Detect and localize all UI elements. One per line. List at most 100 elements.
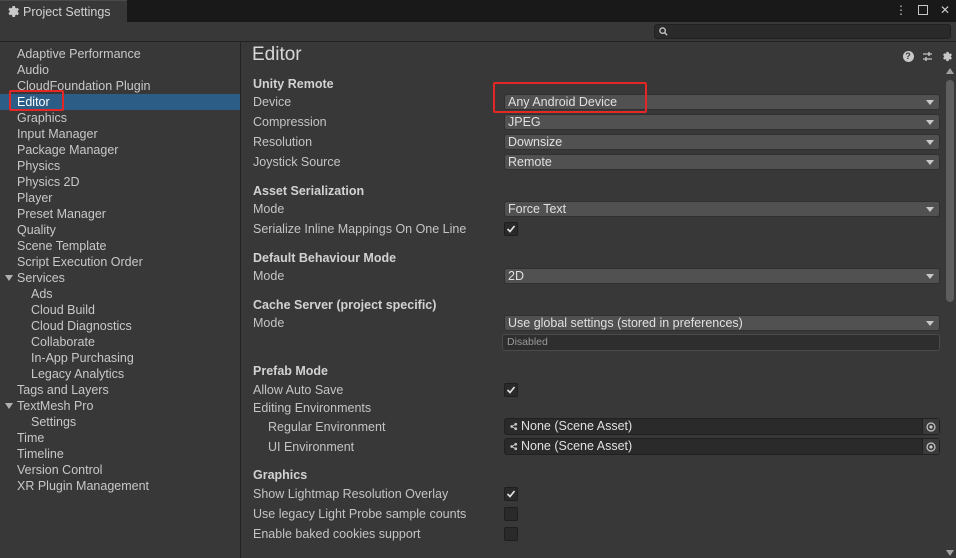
serialize-inline-checkbox[interactable]	[504, 222, 518, 236]
tab-title: Project Settings	[23, 4, 111, 19]
joystick-source-label: Joystick Source	[253, 155, 341, 169]
sidebar-item-label: Audio	[17, 63, 49, 77]
more-options-icon[interactable]: ⋮	[894, 3, 908, 17]
lightmap-overlay-checkbox[interactable]	[504, 487, 518, 501]
serialize-inline-label: Serialize Inline Mappings On One Line	[253, 222, 467, 236]
sidebar-item-graphics[interactable]: Graphics	[0, 110, 240, 126]
sidebar-item-time[interactable]: Time	[0, 430, 240, 446]
editor-settings-panel: Editor ? Unity Remote Device Any Android…	[242, 42, 956, 558]
allow-auto-save-checkbox[interactable]	[504, 383, 518, 397]
object-picker-icon[interactable]	[922, 419, 939, 434]
sidebar-item-input-manager[interactable]: Input Manager	[0, 126, 240, 142]
sidebar-item-label: Ads	[31, 287, 53, 301]
sidebar-item-physics[interactable]: Physics	[0, 158, 240, 174]
compression-dropdown[interactable]: JPEG	[504, 114, 940, 130]
sidebar-item-label: Settings	[31, 415, 77, 429]
scrollbar-thumb[interactable]	[946, 80, 954, 302]
sidebar-item-label: Services	[17, 271, 65, 285]
sidebar-item-version-control[interactable]: Version Control	[0, 462, 240, 478]
sidebar-item-quality[interactable]: Quality	[0, 222, 240, 238]
legacy-light-probe-checkbox[interactable]	[504, 507, 518, 521]
sidebar-item-legacy-analytics[interactable]: Legacy Analytics	[0, 366, 240, 382]
sidebar-item-in-app-purchasing[interactable]: In-App Purchasing	[0, 350, 240, 366]
sidebar-item-adaptive-performance[interactable]: Adaptive Performance	[0, 46, 240, 62]
sidebar-item-label: Input Manager	[17, 127, 98, 141]
resolution-dropdown[interactable]: Downsize	[504, 134, 940, 150]
lightmap-overlay-label: Show Lightmap Resolution Overlay	[253, 487, 449, 501]
device-label: Device	[253, 95, 292, 109]
checkmark-icon	[506, 490, 516, 498]
scene-asset-icon	[510, 422, 518, 431]
sidebar-item-label: In-App Purchasing	[31, 351, 134, 365]
sidebar-item-label: Legacy Analytics	[31, 367, 125, 381]
sidebar-item-script-execution-order[interactable]: Script Execution Order	[0, 254, 240, 270]
sidebar-item-collaborate[interactable]: Collaborate	[0, 334, 240, 350]
allow-auto-save-label: Allow Auto Save	[253, 383, 344, 397]
chevron-down-icon	[926, 140, 934, 145]
baked-cookies-checkbox[interactable]	[504, 527, 518, 541]
presets-icon[interactable]	[921, 50, 933, 62]
sidebar-item-player[interactable]: Player	[0, 190, 240, 206]
sidebar-item-textmesh-settings[interactable]: Settings	[0, 414, 240, 430]
search-icon	[659, 27, 668, 36]
sidebar-item-label: Player	[17, 191, 53, 205]
scroll-up-arrow-icon[interactable]	[946, 68, 954, 74]
sidebar-item-label: Package Manager	[17, 143, 119, 157]
sidebar-item-label: Timeline	[17, 447, 64, 461]
graphics-header: Graphics	[253, 468, 308, 482]
joystick-source-dropdown[interactable]: Remote	[504, 154, 940, 170]
sidebar-item-physics-2d[interactable]: Physics 2D	[0, 174, 240, 190]
sidebar-item-label: Collaborate	[31, 335, 95, 349]
expand-arrow-icon[interactable]	[5, 275, 13, 281]
expand-arrow-icon[interactable]	[5, 403, 13, 409]
highlight-box-editor	[9, 90, 64, 111]
highlight-box-device	[493, 82, 647, 113]
regular-environment-label: Regular Environment	[268, 420, 386, 434]
serialization-mode-dropdown[interactable]: Force Text	[504, 201, 940, 217]
sidebar-item-cloud-build[interactable]: Cloud Build	[0, 302, 240, 318]
object-picker-icon[interactable]	[922, 439, 939, 454]
sidebar-item-package-manager[interactable]: Package Manager	[0, 142, 240, 158]
sidebar-item-label: Time	[17, 431, 45, 445]
vertical-scrollbar[interactable]	[944, 64, 956, 558]
close-icon[interactable]: ✕	[938, 3, 952, 17]
maximize-icon[interactable]	[916, 3, 930, 17]
sidebar-item-audio[interactable]: Audio	[0, 62, 240, 78]
scene-asset-icon	[510, 442, 518, 451]
ui-environment-field[interactable]: None (Scene Asset)	[504, 438, 940, 455]
search-input[interactable]	[654, 24, 951, 39]
chevron-down-icon	[926, 321, 934, 326]
regular-environment-value: None (Scene Asset)	[521, 419, 633, 433]
sidebar-item-label: Tags and Layers	[17, 383, 109, 397]
sidebar-item-label: Scene Template	[17, 239, 107, 253]
sidebar-item-label: XR Plugin Management	[17, 479, 150, 493]
sidebar-item-scene-template[interactable]: Scene Template	[0, 238, 240, 254]
sidebar-item-label: Graphics	[17, 111, 68, 125]
legacy-light-probe-label: Use legacy Light Probe sample counts	[253, 507, 467, 521]
ui-environment-value: None (Scene Asset)	[521, 439, 633, 453]
sidebar-item-timeline[interactable]: Timeline	[0, 446, 240, 462]
serialization-mode-label: Mode	[253, 202, 285, 216]
scroll-down-arrow-icon[interactable]	[946, 550, 954, 556]
sidebar-item-ads[interactable]: Ads	[0, 286, 240, 302]
sidebar-item-cloud-diagnostics[interactable]: Cloud Diagnostics	[0, 318, 240, 334]
page-title: Editor	[252, 44, 302, 65]
sidebar-item-label: Cloud Diagnostics	[31, 319, 132, 333]
resolution-label: Resolution	[253, 135, 313, 149]
sidebar-item-tags-and-layers[interactable]: Tags and Layers	[0, 382, 240, 398]
sidebar-item-label: Version Control	[17, 463, 103, 477]
behaviour-mode-dropdown[interactable]: 2D	[504, 268, 940, 284]
gear-icon	[8, 6, 19, 17]
sidebar-item-textmesh-pro[interactable]: TextMesh Pro	[0, 398, 240, 414]
chevron-down-icon	[926, 274, 934, 279]
help-icon[interactable]: ?	[902, 50, 914, 62]
sidebar-item-label: Physics 2D	[17, 175, 80, 189]
settings-gear-icon[interactable]	[940, 50, 952, 62]
sidebar-item-xr-plugin-management[interactable]: XR Plugin Management	[0, 478, 240, 494]
project-settings-tab[interactable]: Project Settings	[0, 0, 127, 22]
regular-environment-field[interactable]: None (Scene Asset)	[504, 418, 940, 435]
sidebar-item-services[interactable]: Services	[0, 270, 240, 286]
cache-server-mode-dropdown[interactable]: Use global settings (stored in preferenc…	[504, 315, 940, 331]
sidebar-item-preset-manager[interactable]: Preset Manager	[0, 206, 240, 222]
sidebar-item-label: Script Execution Order	[17, 255, 143, 269]
